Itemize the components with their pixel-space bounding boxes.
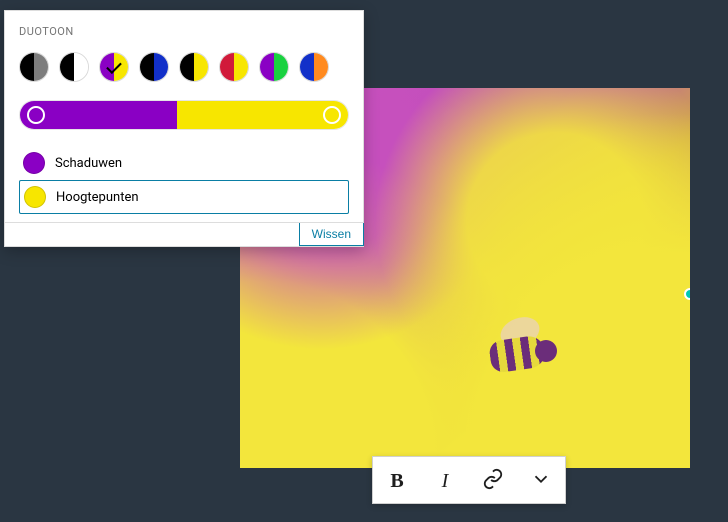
shadows-label: Schaduwen (55, 156, 122, 171)
italic-button[interactable]: I (421, 457, 469, 505)
shadows-row[interactable]: Schaduwen (19, 146, 349, 180)
panel-footer: Wissen (5, 222, 363, 246)
link-icon (482, 468, 504, 494)
highlights-label: Hoogtepunten (56, 190, 139, 205)
format-toolbar: B I (372, 456, 566, 504)
link-button[interactable] (469, 457, 517, 505)
duotone-swatch-7[interactable] (299, 52, 329, 82)
bold-button[interactable]: B (373, 457, 421, 505)
duotone-swatch-1[interactable] (59, 52, 89, 82)
gradient-knob-shadow[interactable] (27, 106, 45, 124)
duotone-swatch-2[interactable] (99, 52, 129, 82)
duotone-gradient-slider[interactable] (19, 100, 349, 130)
duotone-swatch-4[interactable] (179, 52, 209, 82)
clear-button[interactable]: Wissen (299, 223, 364, 246)
duotone-swatch-6[interactable] (259, 52, 289, 82)
duotone-swatch-row (19, 52, 349, 82)
chevron-down-icon (530, 468, 552, 494)
gradient-knob-highlight[interactable] (323, 106, 341, 124)
duotone-swatch-3[interactable] (139, 52, 169, 82)
highlights-row[interactable]: Hoogtepunten (19, 180, 349, 214)
more-button[interactable] (517, 457, 565, 505)
shadow-color-dot (23, 152, 45, 174)
duotone-panel: DUOTOON Schaduwen Hoogtepunten Wissen (4, 10, 364, 247)
bold-icon: B (390, 470, 403, 493)
duotone-swatch-5[interactable] (219, 52, 249, 82)
flower-petals (240, 288, 690, 468)
bee-illustration (450, 318, 570, 378)
italic-icon: I (442, 470, 449, 493)
highlight-color-dot (24, 186, 46, 208)
panel-title: DUOTOON (19, 25, 349, 38)
resize-handle-right[interactable] (684, 288, 690, 300)
duotone-swatch-0[interactable] (19, 52, 49, 82)
